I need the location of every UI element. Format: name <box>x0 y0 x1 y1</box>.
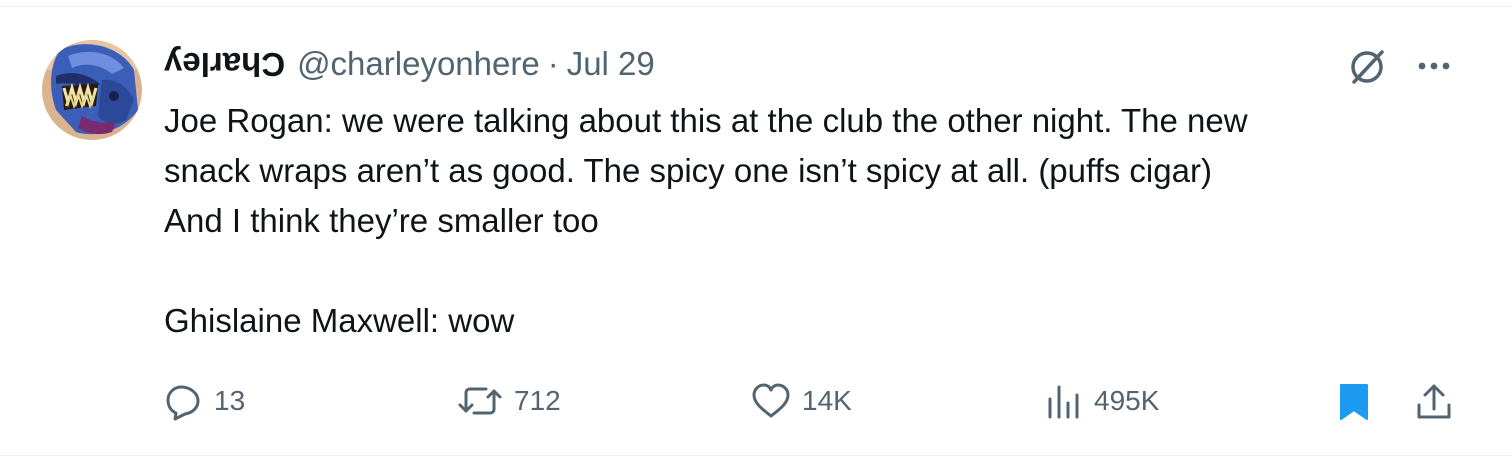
tweet-paragraph-1: Joe Rogan: we were talking about this at… <box>164 102 1248 239</box>
user-handle[interactable]: @charleyonhere <box>297 42 540 86</box>
share-button[interactable] <box>1414 376 1454 426</box>
retweet-icon <box>458 387 502 415</box>
tweet-paragraph-2: Ghislaine Maxwell: wow <box>164 302 515 339</box>
like-count: 14K <box>802 385 852 416</box>
avatar-image <box>42 40 142 140</box>
tweet-actions: 13 712 14K 495K <box>0 376 1512 426</box>
tweet-card[interactable]: Charley @charleyonhere · Jul 29 Joe Roga… <box>0 0 1512 468</box>
more-icon[interactable] <box>1414 48 1454 84</box>
grok-icon[interactable] <box>1346 46 1388 88</box>
heart-icon <box>752 383 790 418</box>
retweet-button[interactable]: 712 <box>456 376 561 426</box>
views-icon <box>1048 385 1079 419</box>
views-button[interactable]: 495K <box>1044 376 1159 426</box>
tweet-date[interactable]: Jul 29 <box>567 42 655 86</box>
reply-icon <box>166 385 200 421</box>
views-count: 495K <box>1094 385 1160 416</box>
bottom-divider <box>0 455 1512 456</box>
reply-button[interactable]: 13 <box>164 376 245 426</box>
tweet-text: Joe Rogan: we were talking about this at… <box>164 96 1454 346</box>
header-separator: · <box>547 45 559 82</box>
like-button[interactable]: 14K <box>750 376 852 426</box>
bookmark-button[interactable] <box>1336 376 1372 426</box>
avatar[interactable] <box>42 40 142 140</box>
bookmark-icon <box>1340 384 1368 420</box>
retweet-count: 712 <box>514 385 561 416</box>
reply-count: 13 <box>214 385 246 416</box>
tweet-header: Charley @charleyonhere · Jul 29 <box>164 42 655 86</box>
top-divider <box>0 6 1512 7</box>
share-icon <box>1417 384 1451 419</box>
display-name[interactable]: Charley <box>164 42 285 86</box>
